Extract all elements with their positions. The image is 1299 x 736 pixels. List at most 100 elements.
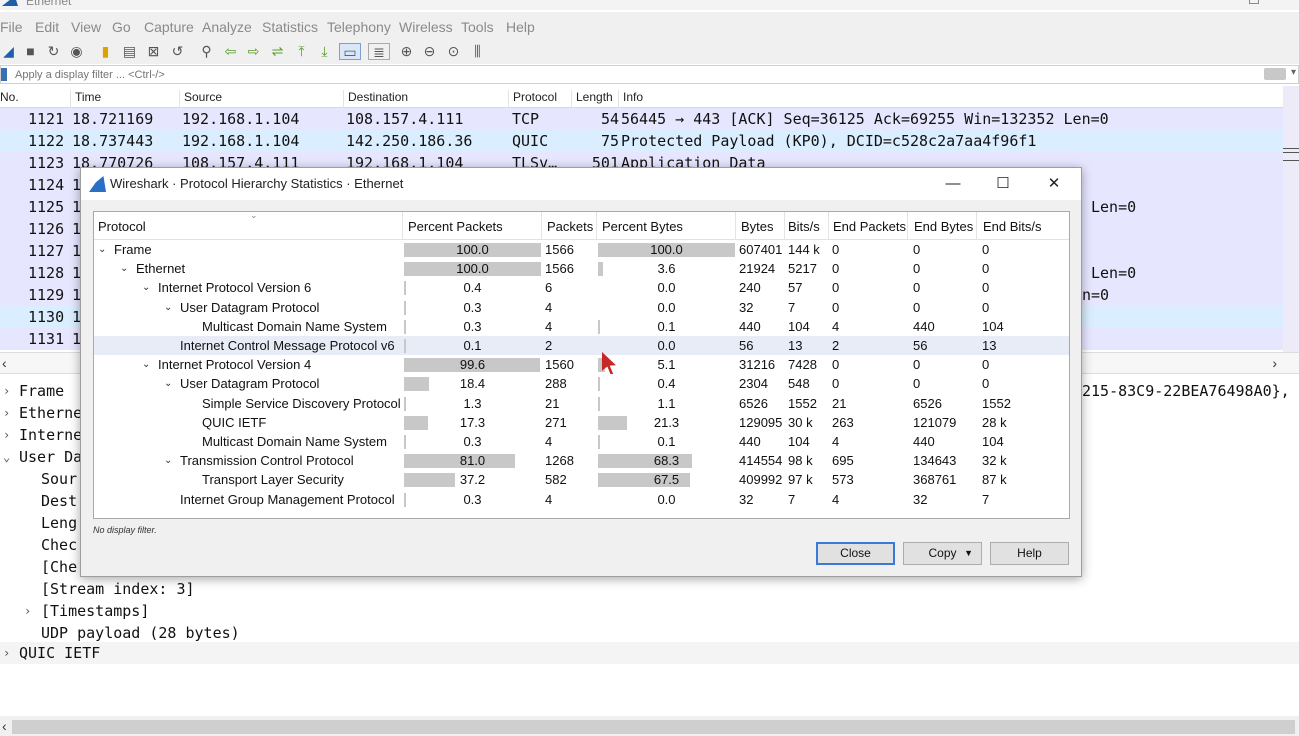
- col-percent-bytes[interactable]: Percent Bytes: [598, 219, 683, 234]
- bookmark-icon[interactable]: [1, 68, 7, 81]
- menu-telephony[interactable]: Telephony: [327, 19, 391, 35]
- col-packets[interactable]: Packets: [543, 219, 593, 234]
- details-hscrollbar[interactable]: ‹: [0, 716, 1299, 736]
- go-forward-icon[interactable]: ⇨: [245, 43, 262, 60]
- detail-row[interactable]: › [Timestamps]: [0, 600, 1299, 622]
- filter-dropdown-icon[interactable]: ▾: [1291, 67, 1296, 78]
- normal-size-icon[interactable]: ⊙: [445, 43, 462, 60]
- collapse-icon[interactable]: ⌄: [164, 298, 172, 317]
- end-bytes-value: 134643: [913, 453, 957, 469]
- close-icon[interactable]: ✕: [1034, 172, 1074, 196]
- protocol-tree-row[interactable]: Transport Layer Security 37.2 582 67.5 40999…: [94, 470, 1069, 489]
- col-end-bits-s[interactable]: End Bits/s: [979, 219, 1042, 234]
- col-protocol[interactable]: Protocol: [508, 90, 557, 108]
- scroll-left-icon[interactable]: ‹: [2, 718, 7, 734]
- expand-icon[interactable]: ›: [24, 600, 31, 622]
- resize-columns-icon[interactable]: ⫼: [469, 43, 486, 60]
- protocol-tree-row[interactable]: ⌄ Ethernet 100.0 1566 3.6 21924 5217 0 0 0: [94, 259, 1069, 278]
- go-to-packet-icon[interactable]: ⇌: [269, 43, 286, 60]
- collapse-icon[interactable]: ⌄: [3, 446, 10, 468]
- stop-capture-icon[interactable]: ■: [22, 43, 39, 60]
- protocol-tree-row[interactable]: ⌄ User Datagram Protocol 0.3 4 0.0 32 7 0 0 0: [94, 298, 1069, 317]
- close-file-icon[interactable]: ⊠: [145, 43, 162, 60]
- protocol-tree-row[interactable]: Internet Control Message Protocol v6 0.1 2…: [94, 336, 1069, 355]
- packet-row[interactable]: 1122 18.737443 192.168.1.104 142.250.186…: [0, 130, 1283, 152]
- col-length[interactable]: Length: [571, 90, 613, 108]
- menu-tools[interactable]: Tools: [461, 19, 494, 35]
- collapse-icon[interactable]: ⌄: [164, 374, 172, 393]
- protocol-tree-row[interactable]: Multicast Domain Name System 0.3 4 0.1 440 10…: [94, 317, 1069, 336]
- expand-icon[interactable]: ›: [3, 402, 10, 424]
- bits-per-second-value: 5217: [788, 261, 817, 277]
- go-back-icon[interactable]: ⇦: [222, 43, 239, 60]
- menu-wireless[interactable]: Wireless: [399, 19, 453, 35]
- protocol-tree-row[interactable]: ⌄ Frame 100.0 1566 100.0 607401 144 k 0 0 0: [94, 240, 1069, 259]
- restart-capture-icon[interactable]: ↻: [45, 43, 62, 60]
- protocol-tree-row[interactable]: Simple Service Discovery Protocol 1.3 21 1.…: [94, 394, 1069, 413]
- menu-file[interactable]: File: [0, 19, 23, 35]
- menu-edit[interactable]: Edit: [35, 19, 59, 35]
- col-source[interactable]: Source: [179, 90, 222, 108]
- reload-file-icon[interactable]: ↺: [169, 43, 186, 60]
- col-protocol[interactable]: Protocol: [94, 219, 146, 234]
- menu-capture[interactable]: Capture: [144, 19, 194, 35]
- maximize-icon[interactable]: ☐: [983, 172, 1023, 196]
- collapse-icon[interactable]: ⌄: [98, 240, 106, 259]
- col-bits-s[interactable]: Bits/s: [784, 219, 820, 234]
- start-capture-icon[interactable]: ◢: [0, 43, 17, 60]
- menu-statistics[interactable]: Statistics: [262, 19, 318, 35]
- collapse-icon[interactable]: ⌄: [142, 355, 150, 374]
- dropdown-arrow-icon[interactable]: ▼: [964, 543, 973, 564]
- auto-scroll-icon[interactable]: ▭: [339, 43, 361, 60]
- protocol-tree-row[interactable]: ⌄ User Datagram Protocol 18.4 288 0.4 2304 548…: [94, 374, 1069, 393]
- expand-icon[interactable]: ›: [3, 642, 10, 664]
- menu-go[interactable]: Go: [112, 19, 131, 35]
- col-no[interactable]: No.: [0, 90, 19, 108]
- col-end-packets[interactable]: End Packets: [829, 219, 906, 234]
- col-time[interactable]: Time: [70, 90, 101, 108]
- expand-icon[interactable]: ›: [3, 380, 10, 402]
- capture-options-icon[interactable]: ◉: [68, 43, 85, 60]
- packet-row[interactable]: 1121 18.721169 192.168.1.104 108.157.4.1…: [0, 108, 1283, 130]
- save-file-icon[interactable]: ▤: [121, 43, 138, 60]
- col-end-bytes[interactable]: End Bytes: [910, 219, 973, 234]
- close-button[interactable]: Close: [816, 542, 895, 565]
- collapse-icon[interactable]: ⌄: [120, 259, 128, 278]
- find-packet-icon[interactable]: ⚲: [198, 43, 215, 60]
- detail-row[interactable]: UDP payload (28 bytes): [0, 622, 1299, 644]
- zoom-in-icon[interactable]: ⊕: [398, 43, 415, 60]
- help-button[interactable]: Help: [990, 542, 1069, 565]
- col-bytes[interactable]: Bytes: [737, 219, 774, 234]
- menu-view[interactable]: View: [71, 19, 101, 35]
- copy-button[interactable]: Copy ▼: [903, 542, 982, 565]
- go-first-icon[interactable]: ⤒: [293, 43, 310, 60]
- minimize-icon[interactable]: —: [933, 172, 973, 196]
- collapse-icon[interactable]: ⌄: [142, 278, 150, 297]
- apply-filter-icon[interactable]: [1264, 68, 1286, 80]
- zoom-out-icon[interactable]: ⊖: [421, 43, 438, 60]
- go-last-icon[interactable]: ⤓: [316, 43, 333, 60]
- colorize-icon[interactable]: ≣: [368, 43, 390, 60]
- detail-row[interactable]: [Stream index: 3]: [0, 578, 1299, 600]
- maximize-icon[interactable]: [1249, 0, 1259, 4]
- protocol-tree-row[interactable]: ⌄ Internet Protocol Version 4 99.6 1560 5.1 3…: [94, 355, 1069, 374]
- scroll-right-icon[interactable]: ›: [1272, 355, 1277, 371]
- protocol-tree-row[interactable]: Internet Group Management Protocol 0.3 4 0.…: [94, 490, 1069, 509]
- col-destination[interactable]: Destination: [343, 90, 408, 108]
- protocol-tree-row[interactable]: ⌄ Internet Protocol Version 6 0.4 6 0.0 240 57…: [94, 278, 1069, 297]
- protocol-tree-row[interactable]: QUIC IETF 17.3 271 21.3 129095 30 k 263 121079 2…: [94, 413, 1069, 432]
- col-percent-packets[interactable]: Percent Packets: [404, 219, 503, 234]
- open-file-icon[interactable]: ▮: [97, 43, 114, 60]
- menu-help[interactable]: Help: [506, 19, 535, 35]
- display-filter-input[interactable]: [15, 67, 1255, 82]
- detail-row[interactable]: › QUIC IETF: [0, 642, 1299, 664]
- expand-icon[interactable]: ›: [3, 424, 10, 446]
- packet-list-minimap-scrollbar[interactable]: [1283, 86, 1299, 352]
- protocol-tree-row[interactable]: ⌄ Transmission Control Protocol 81.0 1268 68…: [94, 451, 1069, 470]
- collapse-icon[interactable]: ⌄: [164, 451, 172, 470]
- menu-analyze[interactable]: Analyze: [202, 19, 252, 35]
- scrollbar-thumb[interactable]: [12, 720, 1295, 734]
- protocol-tree-row[interactable]: Multicast Domain Name System 0.3 4 0.1 440 10…: [94, 432, 1069, 451]
- scroll-left-icon[interactable]: ‹: [2, 355, 7, 371]
- col-info[interactable]: Info: [618, 90, 643, 108]
